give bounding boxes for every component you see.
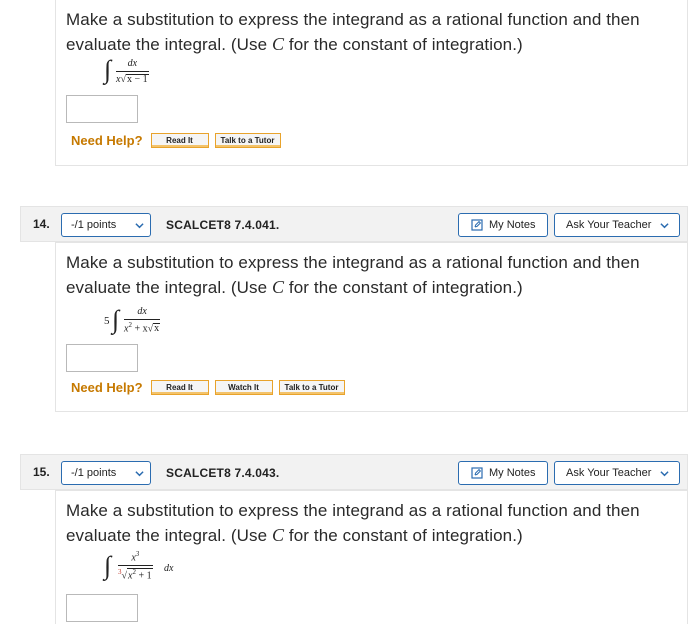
answer-input[interactable] bbox=[66, 95, 138, 123]
question-13-prompt: Make a substitution to express the integ… bbox=[66, 10, 640, 54]
answer-input[interactable] bbox=[66, 344, 138, 372]
points-dropdown[interactable]: -/1 points bbox=[61, 213, 151, 237]
root-index: 5 bbox=[104, 315, 110, 327]
question-15-prompt: Make a substitution to express the integ… bbox=[66, 501, 640, 545]
chevron-down-icon bbox=[135, 471, 144, 477]
question-13-body: Make a substitution to express the integ… bbox=[55, 0, 688, 166]
question-14-prompt: Make a substitution to express the integ… bbox=[66, 253, 640, 297]
need-help-row: Need Help? Read It Talk to a Tutor bbox=[71, 133, 287, 148]
problem-reference: SCALCET8 7.4.043. bbox=[166, 466, 280, 480]
my-notes-button[interactable]: My Notes bbox=[458, 213, 548, 237]
integral-sign: ∫ bbox=[104, 55, 112, 84]
question-14-header: 14. -/1 points SCALCET8 7.4.041. My Note… bbox=[20, 206, 688, 242]
integrand-fraction: dx x√x − 1 bbox=[116, 58, 149, 85]
points-dropdown[interactable]: -/1 points bbox=[61, 461, 151, 485]
note-icon bbox=[471, 467, 483, 479]
talk-to-tutor-button[interactable]: Talk to a Tutor bbox=[278, 380, 345, 395]
integral-sign: ∫ bbox=[112, 305, 120, 334]
root-index: 3 bbox=[118, 568, 122, 577]
watch-it-button[interactable]: Watch It bbox=[214, 380, 273, 395]
ask-your-teacher-button[interactable]: Ask Your Teacher bbox=[554, 461, 680, 485]
chevron-down-icon bbox=[660, 223, 669, 229]
question-number: 15. bbox=[33, 465, 50, 479]
question-14-body: Make a substitution to express the integ… bbox=[55, 242, 688, 412]
integrand-fraction: dx x2 + x√x bbox=[124, 306, 161, 335]
note-icon bbox=[471, 219, 483, 231]
chevron-down-icon bbox=[660, 471, 669, 477]
answer-input[interactable] bbox=[66, 594, 138, 622]
integrand-fraction: x3 3√x2 + 1 bbox=[118, 550, 153, 582]
question-15-header: 15. -/1 points SCALCET8 7.4.043. My Note… bbox=[20, 454, 688, 490]
chevron-down-icon bbox=[135, 223, 144, 229]
differential: dx bbox=[164, 563, 174, 574]
read-it-button[interactable]: Read It bbox=[150, 133, 209, 148]
ask-your-teacher-button[interactable]: Ask Your Teacher bbox=[554, 213, 680, 237]
need-help-row: Need Help? Read It Watch It Talk to a Tu… bbox=[71, 380, 351, 395]
read-it-button[interactable]: Read It bbox=[150, 380, 209, 395]
problem-reference: SCALCET8 7.4.041. bbox=[166, 218, 280, 232]
integral-sign: ∫ bbox=[104, 551, 112, 580]
talk-to-tutor-button[interactable]: Talk to a Tutor bbox=[214, 133, 281, 148]
my-notes-button[interactable]: My Notes bbox=[458, 461, 548, 485]
question-number: 14. bbox=[33, 217, 50, 231]
question-15-body: Make a substitution to express the integ… bbox=[55, 490, 688, 624]
